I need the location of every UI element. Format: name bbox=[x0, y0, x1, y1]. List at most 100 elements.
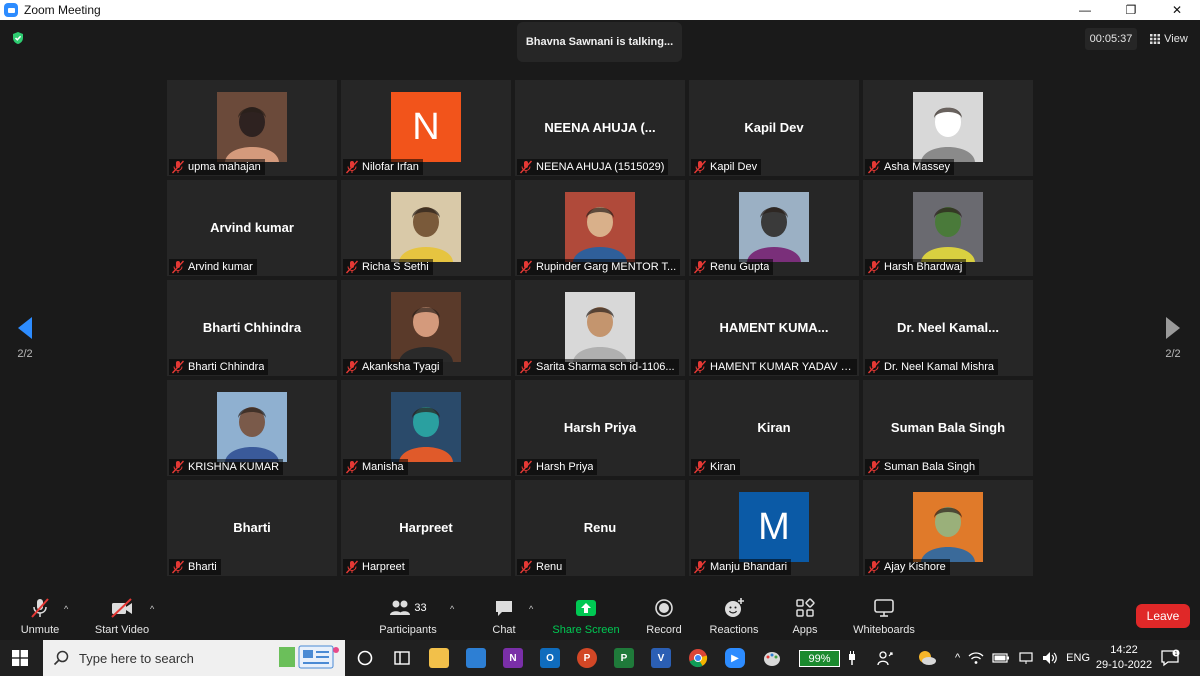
chat-options-caret[interactable]: ^ bbox=[529, 604, 537, 614]
show-hidden-icons-chevron[interactable]: ^ bbox=[955, 652, 960, 664]
weather-icon[interactable] bbox=[916, 648, 938, 668]
participant-tile[interactable]: HAMENT KUMA... HAMENT KUMAR YADAV (... bbox=[689, 280, 859, 376]
avatar-photo bbox=[913, 92, 983, 162]
arrow-right-icon bbox=[1166, 317, 1180, 339]
participant-display-name: Renu bbox=[583, 520, 617, 535]
audio-options-caret[interactable]: ^ bbox=[64, 604, 72, 614]
participant-name: Harsh Priya bbox=[536, 461, 594, 473]
participant-name: Nilofar Irfan bbox=[362, 161, 419, 173]
participant-tile[interactable]: KRISHNA KUMAR bbox=[167, 380, 337, 476]
volume-icon[interactable] bbox=[1042, 651, 1058, 665]
taskbar-search-box[interactable]: Type here to search bbox=[43, 640, 345, 676]
participant-tile[interactable]: Harpreet Harpreet bbox=[341, 480, 511, 576]
minimize-button[interactable]: — bbox=[1062, 0, 1108, 20]
wifi-icon[interactable] bbox=[968, 651, 984, 665]
restore-button[interactable]: ❐ bbox=[1108, 0, 1154, 20]
visio-icon[interactable]: V bbox=[646, 640, 676, 676]
taskbar-clock[interactable]: 14:22 29-10-2022 bbox=[1094, 643, 1154, 673]
avatar-photo bbox=[565, 292, 635, 362]
participant-tile[interactable]: Renu Gupta bbox=[689, 180, 859, 276]
project-icon[interactable]: P bbox=[609, 640, 639, 676]
participant-tile[interactable]: Bharti Bharti bbox=[167, 480, 337, 576]
participant-tile[interactable]: Arvind kumar Arvind kumar bbox=[167, 180, 337, 276]
battery-indicator[interactable]: 99% bbox=[799, 650, 840, 667]
share-screen-button[interactable]: Share Screen bbox=[546, 597, 626, 636]
whiteboards-button[interactable]: Whiteboards bbox=[844, 597, 924, 636]
zoom-taskbar-icon[interactable]: ▶ bbox=[720, 640, 750, 676]
widgets-icon[interactable] bbox=[387, 640, 417, 676]
participant-tile[interactable]: Sarita Sharma sch id-1106... bbox=[515, 280, 685, 376]
reactions-button[interactable]: Reactions bbox=[694, 597, 774, 636]
participant-name: Bharti Chhindra bbox=[188, 361, 265, 373]
microsoft-store-icon[interactable] bbox=[461, 640, 491, 676]
muted-microphone-icon bbox=[867, 560, 881, 574]
participant-name-tag: Manju Bhandari bbox=[691, 559, 792, 575]
participant-tile[interactable]: Richa S Sethi bbox=[341, 180, 511, 276]
participant-name: Kapil Dev bbox=[710, 161, 758, 173]
leave-button[interactable]: Leave bbox=[1136, 604, 1190, 628]
window-controls: — ❐ ✕ bbox=[1062, 0, 1200, 20]
participant-name-tag: upma mahajan bbox=[169, 159, 265, 175]
network-icon[interactable] bbox=[1018, 651, 1034, 665]
participant-display-name: HAMENT KUMA... bbox=[719, 320, 829, 335]
view-button[interactable]: View bbox=[1143, 28, 1195, 50]
start-video-button[interactable]: Start Video bbox=[82, 597, 162, 636]
record-icon bbox=[655, 599, 673, 617]
record-button[interactable]: Record bbox=[624, 597, 704, 636]
muted-microphone-icon bbox=[171, 460, 185, 474]
video-options-caret[interactable]: ^ bbox=[150, 604, 158, 614]
participant-display-name: Kiran bbox=[757, 420, 791, 435]
news-widget-icon[interactable] bbox=[275, 643, 341, 673]
paint-icon[interactable] bbox=[757, 640, 787, 676]
shield-icon[interactable] bbox=[11, 31, 25, 45]
chrome-icon[interactable] bbox=[683, 640, 713, 676]
window-title: Zoom Meeting bbox=[24, 3, 101, 17]
participant-tile[interactable]: Harsh Priya Harsh Priya bbox=[515, 380, 685, 476]
input-language[interactable]: ENG bbox=[1066, 652, 1090, 664]
participant-grid: upma mahajan N Nilofar Irfan NEENA AHUJA (.… bbox=[167, 80, 1033, 578]
powerpoint-icon[interactable]: P bbox=[572, 640, 602, 676]
participant-tile[interactable]: Suman Bala Singh Suman Bala Singh bbox=[863, 380, 1033, 476]
people-icon[interactable] bbox=[876, 649, 894, 667]
participant-tile[interactable]: Renu Renu bbox=[515, 480, 685, 576]
view-label: View bbox=[1164, 33, 1188, 45]
participant-tile[interactable]: Kapil Dev Kapil Dev bbox=[689, 80, 859, 176]
participant-tile[interactable]: Akanksha Tyagi bbox=[341, 280, 511, 376]
participant-tile[interactable]: Kiran Kiran bbox=[689, 380, 859, 476]
participant-tile[interactable]: Bharti Chhindra Bharti Chhindra bbox=[167, 280, 337, 376]
participant-tile[interactable]: M Manju Bhandari bbox=[689, 480, 859, 576]
windows-start-icon[interactable] bbox=[12, 650, 28, 666]
participants-options-caret[interactable]: ^ bbox=[450, 604, 458, 614]
chat-label: Chat bbox=[492, 624, 516, 636]
participant-name-tag: Richa S Sethi bbox=[343, 259, 433, 275]
participant-tile[interactable]: Dr. Neel Kamal... Dr. Neel Kamal Mishra bbox=[863, 280, 1033, 376]
participant-tile[interactable]: NEENA AHUJA (... NEENA AHUJA (1515029) bbox=[515, 80, 685, 176]
participant-tile[interactable]: Rupinder Garg MENTOR T... bbox=[515, 180, 685, 276]
task-view-icon[interactable] bbox=[350, 640, 380, 676]
file-explorer-icon[interactable] bbox=[424, 640, 454, 676]
participant-tile[interactable]: upma mahajan bbox=[167, 80, 337, 176]
participant-tile[interactable]: Ajay Kishore bbox=[863, 480, 1033, 576]
apps-button[interactable]: Apps bbox=[765, 597, 845, 636]
participant-tile[interactable]: Harsh Bhardwaj bbox=[863, 180, 1033, 276]
muted-microphone-icon bbox=[345, 260, 359, 274]
next-page-button[interactable]: 2/2 bbox=[1158, 316, 1188, 360]
participant-name-tag: Renu bbox=[517, 559, 567, 575]
participant-tile[interactable]: N Nilofar Irfan bbox=[341, 80, 511, 176]
chat-button[interactable]: Chat bbox=[464, 597, 544, 636]
unmute-button[interactable]: Unmute bbox=[0, 597, 80, 636]
participant-name: Kiran bbox=[710, 461, 736, 473]
muted-microphone-icon bbox=[693, 260, 707, 274]
participant-tile[interactable]: Asha Massey bbox=[863, 80, 1033, 176]
close-button[interactable]: ✕ bbox=[1154, 0, 1200, 20]
participant-tile[interactable]: Manisha bbox=[341, 380, 511, 476]
muted-microphone-icon bbox=[345, 160, 359, 174]
outlook-icon[interactable]: O bbox=[535, 640, 565, 676]
battery-tray-icon[interactable] bbox=[992, 652, 1010, 664]
participants-button[interactable]: 33 Participants bbox=[368, 597, 448, 636]
onenote-icon[interactable]: N bbox=[498, 640, 528, 676]
participant-name-tag: Bharti bbox=[169, 559, 221, 575]
previous-page-button[interactable]: 2/2 bbox=[10, 316, 40, 360]
notifications-icon[interactable]: 1 bbox=[1160, 649, 1180, 667]
participant-display-name: Kapil Dev bbox=[744, 120, 804, 135]
